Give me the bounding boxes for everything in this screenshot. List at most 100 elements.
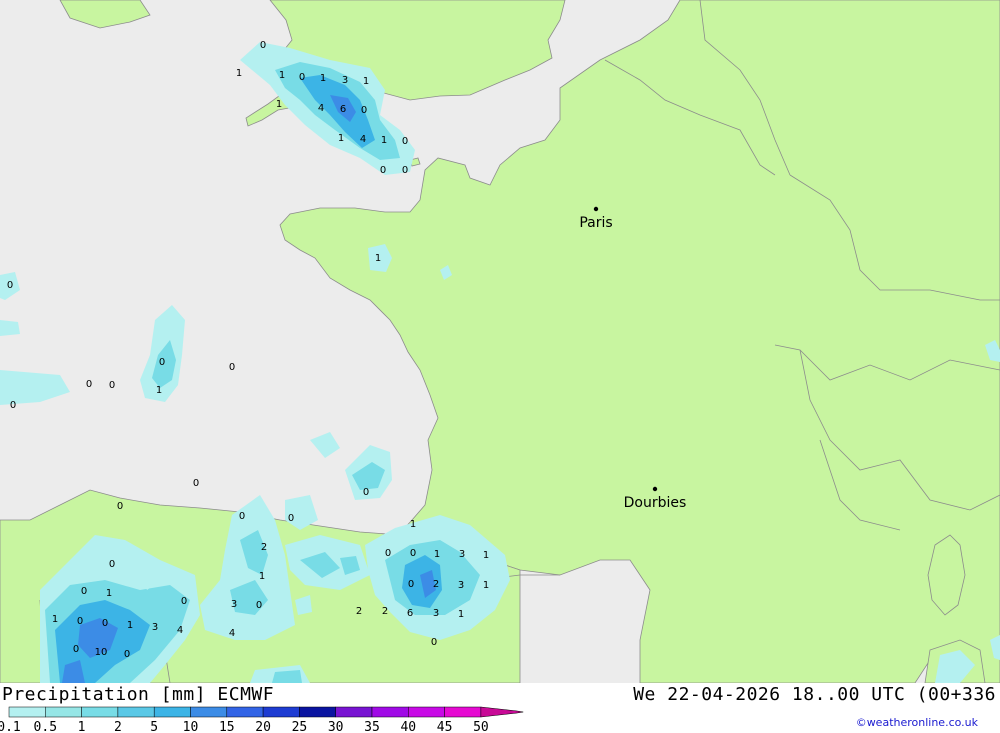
colorbar-segment	[8, 706, 46, 718]
precip-value-label: 3	[231, 599, 237, 610]
city-label-paris: Paris	[579, 215, 612, 231]
colorbar-tick-label: 40	[400, 720, 416, 733]
city-dot-paris	[593, 206, 599, 212]
precip-value-label: 0	[159, 357, 165, 368]
precip-value-label: 0	[193, 478, 199, 489]
colorbar-segment	[153, 706, 191, 718]
precip-value-label: 2	[433, 579, 439, 590]
precip-value-label: 1	[156, 385, 162, 396]
precip-value-label: 0	[73, 644, 79, 655]
precip-value-label: 2	[356, 606, 362, 617]
precipitation-map: 0 1 1 0 1 3 1 1 4 6 0 1 4 1 0 0 0 1 0 0 …	[0, 0, 1000, 683]
colorbar-tick-label: 10	[183, 720, 199, 733]
precip-value-label: 0	[77, 616, 83, 627]
colorbar-tick-label: 20	[255, 720, 271, 733]
colorbar-segment	[226, 706, 264, 718]
precip-value-label: 1	[381, 135, 387, 146]
precip-value-label: 1	[410, 519, 416, 530]
precip-value-label: 1	[375, 253, 381, 264]
precip-value-label: 0	[431, 637, 437, 648]
precip-value-label: 0	[380, 165, 386, 176]
colorbar-segment	[444, 706, 482, 718]
colorbar-segment	[299, 706, 336, 718]
precip-value-label: 0	[7, 280, 13, 291]
precip-value-label: 1	[483, 550, 489, 561]
precip-value-label: 10	[95, 647, 108, 658]
precip-value-label: 0	[299, 72, 305, 83]
precip-value-label: 0	[10, 400, 16, 411]
precip-value-label: 1	[458, 609, 464, 620]
precip-value-label: 1	[276, 99, 282, 110]
colorbar-segment	[117, 706, 155, 718]
city-label-dourbies: Dourbies	[624, 495, 687, 511]
precip-value-label: 1	[320, 73, 326, 84]
city-dot-dourbies	[652, 486, 658, 492]
precip-value-label: 0	[109, 380, 115, 391]
precip-value-label: 0	[86, 379, 92, 390]
precip-value-label: 1	[363, 76, 369, 87]
colorbar-tick-label: 5	[150, 720, 158, 733]
precip-value-label: 6	[407, 608, 413, 619]
precip-value-label: 0	[117, 501, 123, 512]
precip-value-label: 0	[239, 511, 245, 522]
precip-value-label: 2	[261, 542, 267, 553]
colorbar-tick-label: 0.5	[34, 720, 57, 733]
precip-value-label: 1	[259, 571, 265, 582]
precip-value-label: 0	[402, 136, 408, 147]
precip-value-label: 3	[459, 549, 465, 560]
precip-value-label: 4	[360, 134, 366, 145]
colorbar-tick-label: 2	[114, 720, 122, 733]
precip-value-label: 3	[433, 608, 439, 619]
map-title: Precipitation [mm] ECMWF	[2, 684, 275, 705]
precip-value-label: 1	[106, 588, 112, 599]
precip-value-label: 0	[181, 596, 187, 607]
colorbar-segment	[81, 706, 119, 718]
colorbar-tick-label: 30	[328, 720, 344, 733]
colorbar-segment	[262, 706, 300, 718]
precip-value-label: 0	[402, 165, 408, 176]
colorbar-tick-label: 45	[437, 720, 453, 733]
colorbar-segment	[190, 706, 228, 718]
precip-value-label: 0	[361, 105, 367, 116]
precip-value-label: 1	[52, 614, 58, 625]
colorbar-segment	[335, 706, 373, 718]
precip-value-label: 3	[342, 75, 348, 86]
precip-value-label: 0	[410, 548, 416, 559]
precip-value-label: 1	[279, 70, 285, 81]
precip-value-label: 0	[288, 513, 294, 524]
precip-value-label: 0	[256, 600, 262, 611]
precip-value-label: 1	[483, 580, 489, 591]
precip-value-label: 1	[338, 133, 344, 144]
colorbar-segment	[408, 706, 445, 718]
colorbar-ticks: 0.1 0.5 1 2 5 10 15 20 25 30 35 40 45 50	[0, 720, 489, 733]
colorbar-tick-label: 15	[219, 720, 235, 733]
forecast-datetime: We 22-04-2026 18..00 UTC (00+336	[633, 684, 996, 705]
precip-value-label: 0	[102, 618, 108, 629]
precip-value-label: 2	[382, 606, 388, 617]
precip-value-label: 3	[152, 622, 158, 633]
precip-value-label: 0	[81, 586, 87, 597]
precip-value-label: 0	[408, 579, 414, 590]
precip-value-label: 0	[363, 487, 369, 498]
colorbar-segment	[45, 706, 82, 718]
precip-value-label: 3	[458, 580, 464, 591]
precip-value-label: 4	[229, 628, 235, 639]
precip-value-label: 0	[109, 559, 115, 570]
precip-value-label: 0	[385, 548, 391, 559]
colorbar-segment	[480, 706, 524, 718]
precip-value-label: 0	[124, 649, 130, 660]
colorbar-tick-label: 50	[473, 720, 489, 733]
precip-value-label: 0	[260, 40, 266, 51]
precip-value-label: 1	[236, 68, 242, 79]
weather-map-view: 0 1 1 0 1 3 1 1 4 6 0 1 4 1 0 0 0 1 0 0 …	[0, 0, 1000, 733]
precip-value-label: 4	[177, 625, 183, 636]
credit-link[interactable]: ©weatheronline.co.uk	[856, 716, 978, 729]
colorbar-tick-label: 1	[78, 720, 86, 733]
colorbar-segments	[8, 706, 524, 718]
precip-value-label: 4	[318, 103, 324, 114]
colorbar-tick-label: 0.1	[0, 720, 21, 733]
precip-colorbar: 0.1 0.5 1 2 5 10 15 20 25 30 35 40 45 50	[0, 706, 524, 733]
precip-value-label: 0	[229, 362, 235, 373]
colorbar-segment	[371, 706, 409, 718]
precip-value-label: 1	[127, 620, 133, 631]
